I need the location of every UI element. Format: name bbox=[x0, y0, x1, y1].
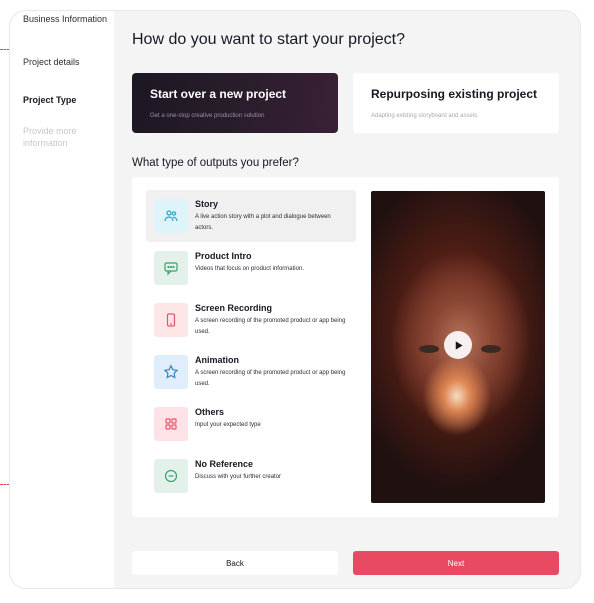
next-button[interactable]: Next bbox=[353, 551, 559, 575]
option-description: A screen recording of the promoted produ… bbox=[195, 370, 346, 387]
option-description: A screen recording of the promoted produ… bbox=[195, 318, 346, 335]
project-setup-card: Business Information Project details Pro… bbox=[10, 11, 580, 588]
grid-icon bbox=[154, 407, 188, 441]
mode-card-subtitle: Adapting existing storyboard and assets bbox=[371, 113, 478, 119]
timeline-marker-bottom bbox=[0, 484, 10, 485]
option-title: Story bbox=[195, 199, 219, 209]
option-description: Discuss with your further creator bbox=[195, 474, 282, 480]
option-title: Others bbox=[195, 407, 225, 417]
preview-eye-left bbox=[419, 345, 439, 353]
output-option-animation[interactable]: Animation A screen recording of the prom… bbox=[146, 346, 356, 398]
sidebar-item-business-information[interactable]: Business Information bbox=[23, 13, 108, 25]
chat-icon bbox=[154, 251, 188, 285]
mode-card-title: Repurposing existing project bbox=[371, 87, 538, 101]
output-option-others[interactable]: Others Input your expected type bbox=[146, 398, 356, 450]
output-option-no-reference[interactable]: No Reference Discuss with your further c… bbox=[146, 450, 356, 502]
page-title: How do you want to start your project? bbox=[132, 31, 406, 48]
sidebar-item-project-type[interactable]: Project Type bbox=[23, 94, 108, 106]
star-icon bbox=[154, 355, 188, 389]
outputs-heading: What type of outputs you prefer? bbox=[132, 157, 299, 169]
outputs-panel: Story A live action story with a plot an… bbox=[132, 177, 559, 517]
phone-icon bbox=[154, 303, 188, 337]
option-description: Videos that focus on product information… bbox=[195, 266, 304, 272]
mode-card-title: Start over a new project bbox=[150, 87, 287, 101]
output-option-product-intro[interactable]: Product Intro Videos that focus on produ… bbox=[146, 242, 356, 294]
option-title: Product Intro bbox=[195, 251, 252, 261]
video-preview[interactable] bbox=[371, 191, 545, 503]
option-description: A live action story with a plot and dial… bbox=[195, 214, 331, 231]
play-icon[interactable] bbox=[444, 331, 472, 359]
mode-card-subtitle: Get a one-stop creative production solut… bbox=[150, 113, 265, 119]
mode-card-repurpose[interactable]: Repurposing existing project Adapting ex… bbox=[353, 73, 559, 133]
output-option-story[interactable]: Story A live action story with a plot an… bbox=[146, 190, 356, 242]
preview-eye-right bbox=[481, 345, 501, 353]
sidebar: Business Information Project details Pro… bbox=[10, 11, 114, 588]
sidebar-item-project-details[interactable]: Project details bbox=[23, 56, 108, 68]
main-content: How do you want to start your project? S… bbox=[132, 11, 580, 588]
option-title: Animation bbox=[195, 355, 239, 365]
minus-circle-icon bbox=[154, 459, 188, 493]
people-icon bbox=[154, 199, 188, 233]
option-description: Input your expected type bbox=[195, 422, 261, 428]
timeline-marker-top bbox=[0, 49, 10, 50]
option-title: Screen Recording bbox=[195, 303, 273, 313]
mode-card-start-new[interactable]: Start over a new project Get a one-stop … bbox=[132, 73, 338, 133]
output-option-screen-recording[interactable]: Screen Recording A screen recording of t… bbox=[146, 294, 356, 346]
sidebar-item-provide-more-information: Provide more information bbox=[23, 126, 77, 148]
option-title: No Reference bbox=[195, 459, 254, 469]
back-button[interactable]: Back bbox=[132, 551, 338, 575]
